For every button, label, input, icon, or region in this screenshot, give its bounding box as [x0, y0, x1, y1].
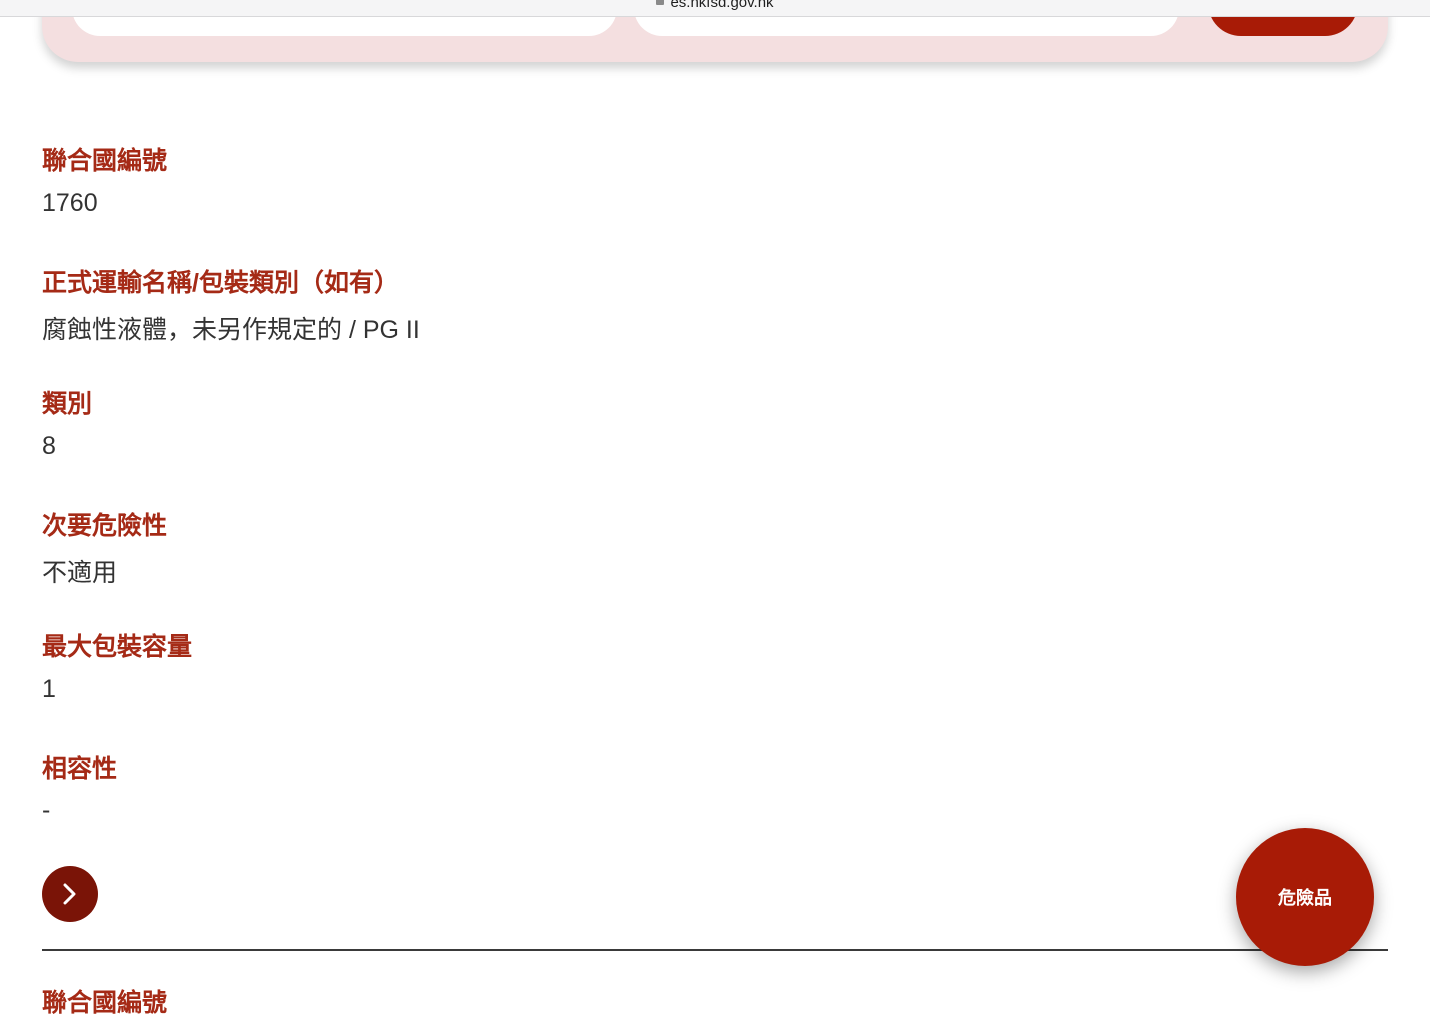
url-text: es.hkfsd.gov.hk	[670, 0, 774, 11]
chevron-right-icon	[63, 883, 76, 905]
un-number-label: 聯合國編號	[42, 147, 168, 175]
fab-label: 危險品	[1278, 888, 1332, 908]
compatibility-label: 相容性	[42, 755, 118, 783]
un-number-value: 1760	[42, 189, 98, 217]
lock-icon	[656, 0, 665, 5]
subsidiary-risk-label: 次要危險性	[42, 512, 168, 540]
subsidiary-risk-value: 不適用	[42, 559, 118, 587]
dangerous-goods-fab[interactable]: 危險品	[1236, 828, 1374, 966]
max-quantity-value: 1	[42, 675, 56, 703]
class-value: 8	[42, 432, 56, 460]
compatibility-value: -	[42, 796, 51, 824]
class-label: 類別	[42, 390, 93, 418]
section-divider	[42, 949, 1388, 951]
url-display[interactable]: es.hkfsd.gov.hk	[0, 0, 1430, 11]
next-un-number-label: 聯合國編號	[42, 989, 168, 1017]
more-details-button[interactable]	[42, 866, 98, 922]
max-quantity-label: 最大包裝容量	[42, 633, 193, 661]
shipping-name-label: 正式運輸名稱/包裝類別（如有）	[42, 269, 399, 297]
shipping-name-value: 腐蝕性液體，未另作規定的 / PG II	[42, 316, 420, 344]
browser-url-bar: es.hkfsd.gov.hk	[0, 0, 1430, 17]
